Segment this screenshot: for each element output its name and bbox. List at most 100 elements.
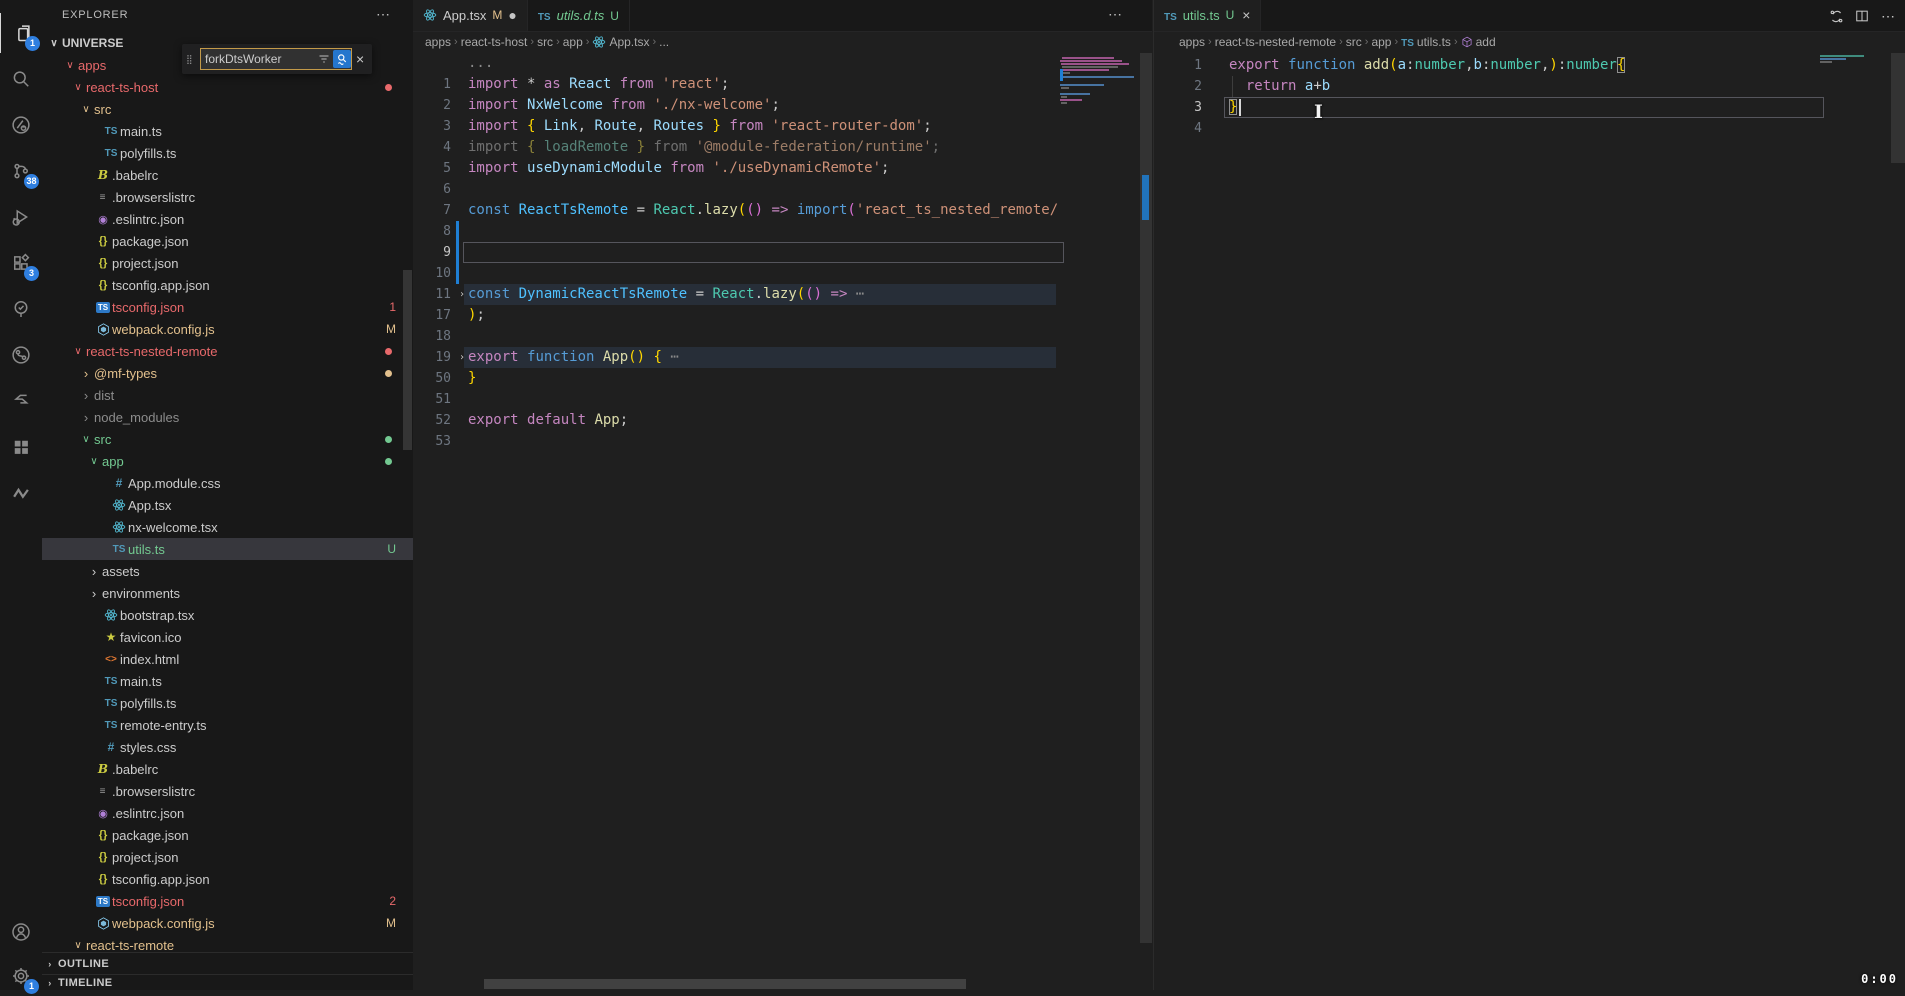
breadcrumb-item[interactable]: react-ts-nested-remote xyxy=(1215,35,1336,49)
activity-item-settings[interactable]: 1 xyxy=(0,956,42,996)
tree-item-app.module.css[interactable]: #App.module.css xyxy=(42,472,413,494)
tree-item-@mf-types[interactable]: ›@mf-types xyxy=(42,362,413,384)
tree-item-project.json[interactable]: {}project.json xyxy=(42,846,413,868)
tree-item-tsconfig.json[interactable]: TStsconfig.json2 xyxy=(42,890,413,912)
breadcrumb-item[interactable]: TSutils.ts xyxy=(1401,35,1451,49)
tree-item-nx-welcome.tsx[interactable]: nx-welcome.tsx xyxy=(42,516,413,538)
close-icon[interactable]: × xyxy=(352,51,368,67)
drag-handle-icon[interactable]: ⣿ xyxy=(186,55,196,64)
activity-item-accounts[interactable] xyxy=(0,912,42,952)
tree-item-remote-entry.ts[interactable]: TSremote-entry.ts xyxy=(42,714,413,736)
editor-scrollbar[interactable] xyxy=(1140,53,1152,990)
activity-item-run-debug[interactable] xyxy=(0,197,42,237)
tab-App.tsx[interactable]: App.tsxM● xyxy=(413,0,528,31)
breadcrumb-item[interactable]: apps xyxy=(425,35,451,49)
breadcrumb-item[interactable]: react-ts-host xyxy=(461,35,528,49)
tree-item-bootstrap.tsx[interactable]: bootstrap.tsx xyxy=(42,604,413,626)
dirty-dot-icon[interactable]: ● xyxy=(508,10,516,20)
outline-section[interactable]: › OUTLINE xyxy=(42,952,413,975)
breadcrumb-item[interactable]: apps xyxy=(1179,35,1205,49)
tab-utils.d.ts[interactable]: TSutils.d.tsU xyxy=(528,0,630,31)
tree-item-src[interactable]: ∨src xyxy=(42,98,413,120)
sidebar-scrollbar[interactable] xyxy=(403,270,412,450)
breadcrumb-item[interactable]: ... xyxy=(659,35,669,49)
activity-item-search[interactable] xyxy=(0,59,42,99)
tree-item-tsconfig.app.json[interactable]: {}tsconfig.app.json xyxy=(42,868,413,890)
tree-item-dist[interactable]: ›dist xyxy=(42,384,413,406)
scrollbar-slider[interactable] xyxy=(1891,53,1905,163)
tree-item-tsconfig.json[interactable]: TStsconfig.json1 xyxy=(42,296,413,318)
activity-item-remote-tool[interactable] xyxy=(0,105,42,145)
action-more-actions-button[interactable]: ⋯ xyxy=(1877,5,1899,27)
activity-item-testing-tree[interactable] xyxy=(0,289,42,329)
horizontal-scrollbar[interactable] xyxy=(484,979,966,989)
tree-item-node-modules[interactable]: ›node_modules xyxy=(42,406,413,428)
tree-find-input[interactable] xyxy=(201,52,315,66)
tree-item-polyfills.ts[interactable]: TSpolyfills.ts xyxy=(42,692,413,714)
activity-item-git-graph[interactable] xyxy=(0,335,42,375)
breadcrumb-item[interactable]: app xyxy=(563,35,583,49)
fold-chevron-icon[interactable]: › xyxy=(459,284,465,305)
sidebar-more-actions-button[interactable]: ⋯ xyxy=(372,2,394,27)
breadcrumb-item[interactable]: app xyxy=(1371,35,1391,49)
activity-item-explorer[interactable]: 1 xyxy=(0,13,43,53)
tree-item-index.html[interactable]: <>index.html xyxy=(42,648,413,670)
activity-item-wave-panel[interactable] xyxy=(0,473,42,513)
tree-item-.browserslistrc[interactable]: ≡.browserslistrc xyxy=(42,780,413,802)
tree-item-styles.css[interactable]: #styles.css xyxy=(42,736,413,758)
tree-item-label: nx-welcome.tsx xyxy=(128,520,218,535)
activity-item-source-control[interactable]: 38 xyxy=(0,151,42,191)
breadcrumb-item[interactable]: src xyxy=(537,35,553,49)
tree-item-label: assets xyxy=(102,564,140,579)
tree-item-label: tsconfig.json xyxy=(112,300,184,315)
timeline-section[interactable]: › TIMELINE xyxy=(42,974,413,990)
tree-item-src[interactable]: ∨src xyxy=(42,428,413,450)
tree-item-utils.ts[interactable]: TSutils.tsU xyxy=(42,538,413,560)
overview-modified-marker xyxy=(1142,175,1149,220)
tree-item-app.tsx[interactable]: App.tsx xyxy=(42,494,413,516)
breadcrumb-item[interactable]: App.tsx xyxy=(592,35,649,49)
eslint-file-icon: ◉ xyxy=(94,807,112,820)
activity-item-extensions[interactable]: 3 xyxy=(0,243,42,283)
filter-icon[interactable] xyxy=(315,50,333,68)
breadcrumb-item[interactable]: add xyxy=(1461,35,1496,49)
line-number: 9 xyxy=(413,242,451,263)
tree-item-.eslintrc.json[interactable]: ◉.eslintrc.json xyxy=(42,208,413,230)
tree-item-webpack.config.js[interactable]: webpack.config.jsM xyxy=(42,318,413,340)
tree-item-assets[interactable]: ›assets xyxy=(42,560,413,582)
tree-item-webpack.config.js[interactable]: webpack.config.jsM xyxy=(42,912,413,934)
tree-item-.babelrc[interactable]: B.babelrc xyxy=(42,164,413,186)
action-split-editor-button[interactable] xyxy=(1851,5,1873,27)
tree-item-react-ts-host[interactable]: ∨react-ts-host xyxy=(42,76,413,98)
tree-item-main.ts[interactable]: TSmain.ts xyxy=(42,670,413,692)
tab-utils.ts[interactable]: TSutils.tsU× xyxy=(1154,0,1261,31)
tree-item-favicon.ico[interactable]: ★favicon.ico xyxy=(42,626,413,648)
fold-chevron-icon[interactable]: › xyxy=(459,347,465,368)
tree-item-project.json[interactable]: {}project.json xyxy=(42,252,413,274)
timeline-label: TIMELINE xyxy=(58,977,113,989)
git-status-badge: 1 xyxy=(389,300,396,314)
tree-item-package.json[interactable]: {}package.json xyxy=(42,824,413,846)
activity-item-grid-panel[interactable] xyxy=(0,427,42,467)
tree-item-main.ts[interactable]: TSmain.ts xyxy=(42,120,413,142)
minimap[interactable] xyxy=(1060,53,1140,990)
tree-item-app[interactable]: ∨app xyxy=(42,450,413,472)
tree-item-environments[interactable]: ›environments xyxy=(42,582,413,604)
tree-item-.browserslistrc[interactable]: ≡.browserslistrc xyxy=(42,186,413,208)
tree-item-react-ts-nested-remote[interactable]: ∨react-ts-nested-remote xyxy=(42,340,413,362)
close-icon[interactable]: × xyxy=(1242,7,1250,23)
tree-item-.babelrc[interactable]: B.babelrc xyxy=(42,758,413,780)
editor-more-actions-button[interactable]: ⋯ xyxy=(1108,6,1122,23)
fuzzy-match-icon[interactable] xyxy=(333,50,351,68)
editor-scrollbar[interactable] xyxy=(1891,53,1905,990)
tree-item-tsconfig.app.json[interactable]: {}tsconfig.app.json xyxy=(42,274,413,296)
action-open-changes-button[interactable] xyxy=(1825,5,1847,27)
tree-item-package.json[interactable]: {}package.json xyxy=(42,230,413,252)
tree-item-polyfills.ts[interactable]: TSpolyfills.ts xyxy=(42,142,413,164)
minimap[interactable] xyxy=(1820,53,1888,990)
sidebar-header: EXPLORER ⋯ xyxy=(42,0,413,31)
breadcrumb-item[interactable]: src xyxy=(1346,35,1362,49)
tree-item-.eslintrc.json[interactable]: ◉.eslintrc.json xyxy=(42,802,413,824)
activity-item-nx-console[interactable] xyxy=(0,381,42,421)
ts-icon: TS xyxy=(1401,35,1414,49)
